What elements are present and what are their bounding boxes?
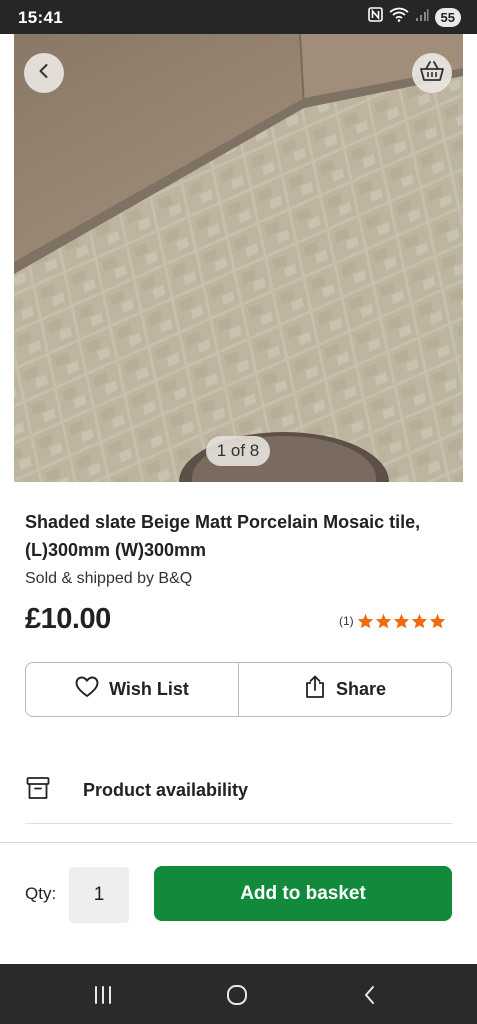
- system-nav-bar: [0, 964, 477, 1024]
- status-bar: 15:41 55: [0, 0, 477, 34]
- battery-indicator: 55: [434, 7, 461, 27]
- qty-label: Qty:: [25, 884, 57, 903]
- home-button[interactable]: [224, 982, 250, 1008]
- product-availability-row[interactable]: Product availability: [25, 762, 452, 818]
- status-time: 15:41: [18, 8, 63, 27]
- nfc-icon: [367, 7, 383, 27]
- star-icon: [375, 613, 391, 629]
- star-icon: [411, 613, 427, 629]
- product-image[interactable]: [14, 34, 463, 482]
- share-label: Share: [335, 679, 387, 699]
- rating-stars: [357, 613, 446, 629]
- divider: [25, 823, 452, 824]
- wishlist-button[interactable]: Wish List: [26, 663, 238, 716]
- share-icon: [304, 675, 326, 704]
- product-price: £10.00: [25, 603, 111, 635]
- product-title: Shaded slate Beige Matt Porcelain Mosaic…: [25, 512, 421, 560]
- star-icon: [357, 613, 373, 629]
- product-rating[interactable]: (1): [339, 613, 446, 629]
- basket-icon: [419, 60, 445, 87]
- divider: [0, 842, 477, 843]
- rating-count: (1): [339, 614, 354, 628]
- recent-apps-button[interactable]: [90, 982, 116, 1008]
- wifi-icon: [388, 7, 409, 27]
- star-icon: [393, 613, 409, 629]
- share-button[interactable]: Share: [238, 663, 451, 716]
- store-box-icon: [25, 775, 51, 806]
- basket-button[interactable]: [412, 53, 452, 93]
- availability-label: Product availability: [83, 779, 249, 800]
- action-buttons: Wish List Share: [25, 662, 452, 717]
- back-button[interactable]: [24, 53, 64, 93]
- seller-info: Sold & shipped by B&Q: [25, 570, 193, 587]
- signal-icon: [415, 8, 429, 27]
- star-icon: [429, 613, 445, 629]
- wishlist-label: Wish List: [109, 679, 189, 699]
- image-counter: 1 of 8: [206, 436, 270, 466]
- heart-icon: [75, 676, 99, 703]
- back-nav-button[interactable]: [357, 982, 383, 1008]
- status-icons: 55: [367, 7, 461, 27]
- quantity-input[interactable]: 1: [69, 867, 129, 923]
- chevron-left-icon: [35, 62, 53, 85]
- add-to-basket-button[interactable]: Add to basket: [154, 866, 452, 921]
